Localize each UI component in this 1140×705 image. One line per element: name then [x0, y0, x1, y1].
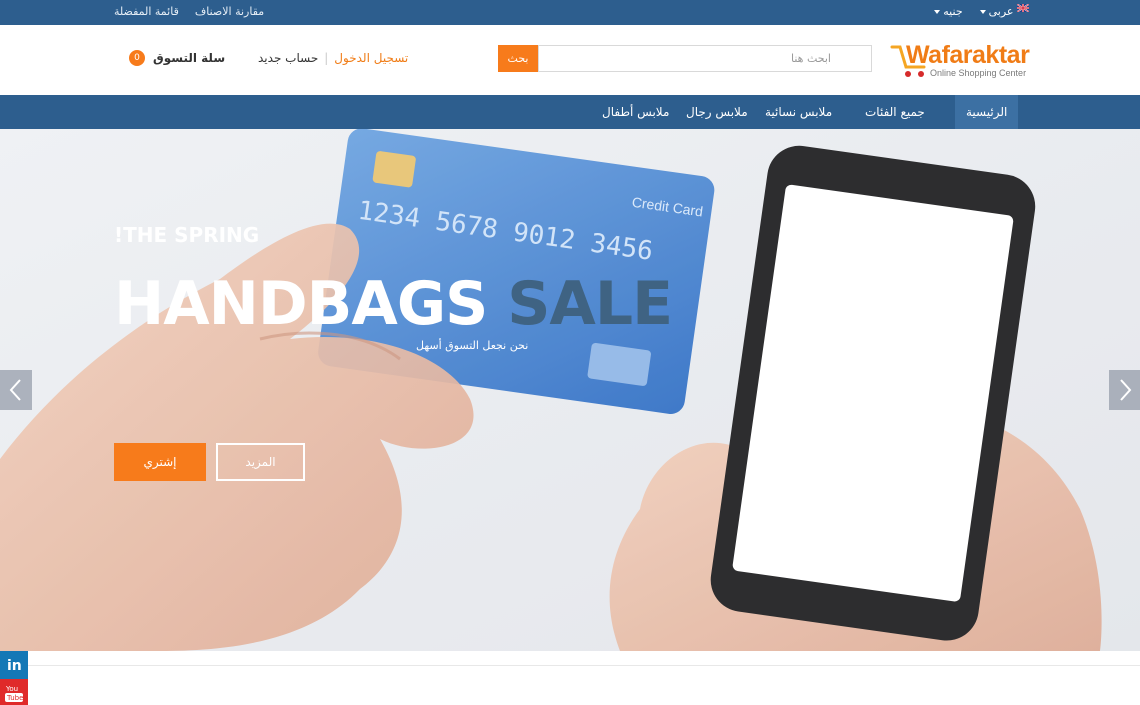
- logo-brand-text: Wafaraktar: [906, 41, 1030, 69]
- currency-selector[interactable]: جنيه: [931, 5, 963, 18]
- logo-tagline: Online Shopping Center: [930, 68, 1027, 78]
- search-bar: بحث: [498, 45, 872, 72]
- search-input[interactable]: [538, 45, 872, 72]
- hero-pretitle: !THE SPRING: [114, 223, 260, 247]
- favorites-link[interactable]: قائمة المفضلة: [114, 5, 179, 18]
- header: Wafaraktar Online Shopping Center بحث حس…: [0, 25, 1140, 95]
- linkedin-icon: in: [7, 658, 22, 674]
- slider-next-button[interactable]: [1109, 370, 1140, 410]
- shopping-cart[interactable]: 0 سلة التسوق: [129, 50, 225, 66]
- login-link[interactable]: تسجيل الدخول: [334, 51, 408, 65]
- nav-item-kids[interactable]: ملابس أطفال: [602, 95, 669, 129]
- top-bar: قائمة المفضلة مقارنة الاصناف جنيه عربى: [0, 0, 1140, 25]
- language-selector[interactable]: عربى: [977, 4, 1029, 18]
- nav-item-women[interactable]: ملابس نسائية: [765, 95, 832, 129]
- linkedin-button[interactable]: in: [0, 651, 28, 679]
- more-button[interactable]: المزيد: [216, 443, 305, 481]
- youtube-button[interactable]: You Tube: [0, 679, 28, 705]
- currency-label: جنيه: [943, 5, 963, 18]
- chevron-down-icon: [934, 10, 941, 14]
- account-links: حساب جديد | تسجيل الدخول: [258, 51, 408, 65]
- hero-headline-white: HANDBAGS: [114, 269, 508, 339]
- compare-link[interactable]: مقارنة الاصناف: [195, 5, 264, 18]
- cart-count-badge: 0: [129, 50, 145, 66]
- hero-background-image: 1234 5678 9012 3456 Credit Card: [0, 129, 1140, 651]
- svg-text:You: You: [5, 685, 18, 693]
- chevron-right-icon: [1120, 379, 1132, 401]
- nav-item-home[interactable]: الرئيسية: [955, 95, 1019, 129]
- hero-subtitle: نحن نجعل التسوق أسهل: [416, 339, 529, 352]
- language-label: عربى: [988, 5, 1014, 18]
- chevron-left-icon: [9, 379, 21, 401]
- site-logo[interactable]: Wafaraktar Online Shopping Center: [890, 37, 1030, 83]
- section-divider: [0, 665, 1140, 666]
- uk-flag-icon: [1017, 4, 1029, 12]
- cart-label: سلة التسوق: [153, 51, 226, 65]
- main-nav: الرئيسية جميع الفئات ملابس نسائية ملابس …: [0, 95, 1140, 129]
- nav-item-all-categories[interactable]: جميع الفئات: [865, 95, 925, 129]
- svg-text:in: in: [7, 658, 22, 674]
- hero-headline: HANDBAGS SALE: [114, 269, 673, 339]
- slider-prev-button[interactable]: [0, 370, 32, 410]
- buy-button[interactable]: إشتري: [114, 443, 206, 481]
- svg-text:Tube: Tube: [6, 694, 23, 702]
- chevron-down-icon: [979, 10, 986, 14]
- register-link[interactable]: حساب جديد: [258, 51, 318, 65]
- top-links: قائمة المفضلة مقارنة الاصناف: [114, 5, 264, 18]
- hero-headline-blue: SALE: [507, 269, 673, 339]
- hero-slider: 1234 5678 9012 3456 Credit Card !THE SPR…: [0, 129, 1140, 651]
- top-selectors: جنيه عربى: [931, 4, 1029, 18]
- youtube-icon: You Tube: [5, 685, 23, 702]
- separator: |: [324, 51, 329, 65]
- search-button[interactable]: بحث: [498, 45, 538, 72]
- nav-item-men[interactable]: ملابس رجال: [686, 95, 748, 129]
